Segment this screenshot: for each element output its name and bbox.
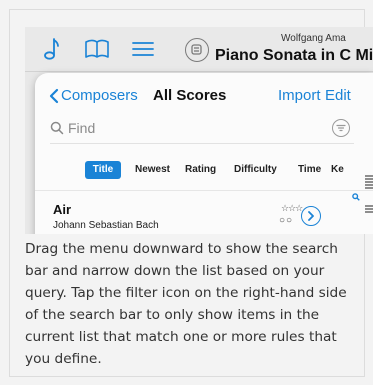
tab-time[interactable]: Time bbox=[298, 161, 321, 179]
difficulty-dots: ○○ bbox=[279, 215, 294, 226]
list-item-composer: Johann Sebastian Bach bbox=[53, 220, 159, 231]
search-icon bbox=[352, 193, 360, 201]
back-button[interactable]: Composers bbox=[49, 87, 138, 104]
list-item-title: Air bbox=[53, 202, 72, 217]
edit-button[interactable]: Edit bbox=[325, 87, 351, 104]
import-button[interactable]: Import bbox=[278, 87, 321, 104]
back-button-label: Composers bbox=[61, 87, 138, 104]
open-button[interactable] bbox=[301, 206, 321, 226]
tab-title[interactable]: Title bbox=[85, 161, 121, 179]
composer-name: Wolfgang Ama bbox=[281, 33, 346, 44]
chevron-right-icon bbox=[308, 211, 314, 221]
list-icon[interactable] bbox=[129, 36, 157, 62]
tab-difficulty[interactable]: Difficulty bbox=[234, 161, 277, 179]
caption-text: Drag the menu downward to show the searc… bbox=[25, 241, 347, 367]
list-item[interactable]: Air Johann Sebastian Bach ☆☆☆ ○○ bbox=[35, 191, 373, 234]
score-icon[interactable] bbox=[185, 38, 209, 62]
tab-newest[interactable]: Newest bbox=[135, 161, 170, 179]
scores-popover: Composers All Scores Import Edit Title N… bbox=[35, 73, 373, 234]
sheet-music-edge bbox=[365, 175, 373, 213]
page-title: All Scores bbox=[153, 87, 227, 104]
tab-rating[interactable]: Rating bbox=[185, 161, 216, 179]
search-input[interactable] bbox=[68, 117, 288, 139]
chevron-left-icon bbox=[49, 88, 59, 103]
sort-tabs: Title Newest Rating Difficulty Time Ke bbox=[49, 161, 373, 181]
filter-icon[interactable] bbox=[332, 119, 350, 137]
tab-key[interactable]: Ke bbox=[331, 161, 344, 179]
app-toolbar: Wolfgang Ama Piano Sonata in C Minor, bbox=[25, 27, 373, 72]
search-icon bbox=[50, 121, 64, 135]
search-bar bbox=[50, 117, 354, 144]
rating-stars: ☆☆☆ bbox=[281, 203, 303, 213]
music-note-icon[interactable] bbox=[37, 36, 65, 62]
book-icon[interactable] bbox=[83, 36, 111, 62]
app-screenshot: Wolfgang Ama Piano Sonata in C Minor, Co… bbox=[25, 27, 373, 234]
score-title[interactable]: Piano Sonata in C Minor, bbox=[215, 47, 373, 65]
